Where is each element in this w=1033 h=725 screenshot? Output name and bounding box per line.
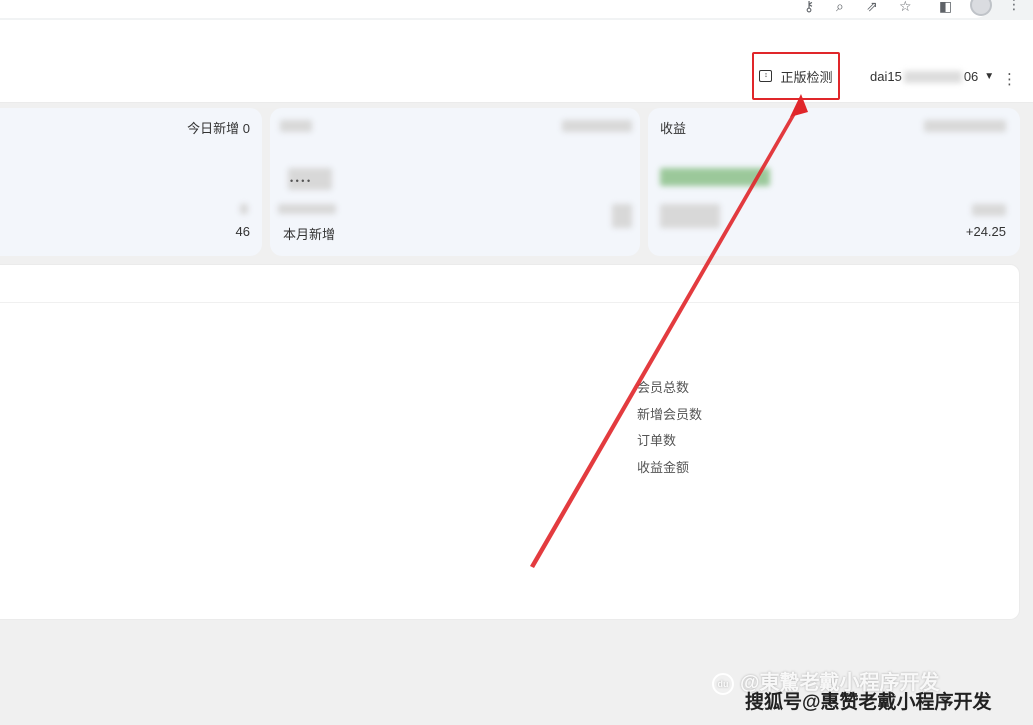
redacted-label [278, 204, 336, 214]
watermark-logo-icon: du [712, 672, 734, 695]
redacted-title [280, 120, 312, 132]
chart-panel: 会员总数 新增会员数 订单数 收益金额 [0, 264, 1020, 620]
legend-item-new-members[interactable]: 新增会员数 [637, 407, 702, 435]
sidebar-icon[interactable]: ◧ [939, 0, 952, 14]
revenue-delta: +24.25 [965, 224, 1006, 239]
username-redacted [903, 70, 962, 83]
today-new-label: 今日新增 0 [187, 121, 250, 136]
share-icon[interactable]: ⇗ [866, 0, 878, 14]
legend-item-total-members[interactable]: 会员总数 [637, 381, 702, 408]
more-options-icon[interactable]: ⋮ [1002, 70, 1017, 88]
redacted-number [972, 204, 1006, 216]
redacted-number [612, 204, 632, 228]
redacted-value [660, 168, 770, 186]
kebab-icon[interactable]: ⋮ [1007, 0, 1021, 13]
license-check-icon: ↕ [759, 70, 773, 82]
user-menu[interactable]: dai15 06 ▼ [870, 69, 994, 84]
panel-divider [0, 302, 1019, 303]
redacted-label [660, 204, 720, 228]
legend-item-revenue[interactable]: 收益金额 [637, 460, 702, 488]
redacted-subtitle [562, 120, 632, 132]
revenue-title: 收益 [660, 121, 687, 136]
key-icon[interactable]: ⚷ [804, 0, 814, 14]
stat-card-revenue: 收益 +24.25 [648, 108, 1020, 256]
username-prefix: dai15 [870, 69, 902, 84]
app-tab-strip [0, 20, 1033, 57]
chart-legend: 会员总数 新增会员数 订单数 收益金额 [637, 381, 702, 487]
license-check-label: 正版检测 [780, 69, 833, 85]
legend-item-orders[interactable]: 订单数 [637, 434, 702, 461]
watermark-line2: 搜狐号@惠赞老戴小程序开发 [745, 692, 992, 713]
watermark-text-1: @東驇老戴小程序开发 [740, 672, 940, 694]
zoom-icon[interactable]: ⌕ [836, 0, 844, 14]
chevron-down-icon: ▼ [984, 71, 995, 82]
stat-card-members: 今日新增 0 46 [0, 108, 262, 256]
card-value: 46 [235, 224, 250, 239]
redacted-text [240, 204, 248, 214]
redacted-subtitle [924, 120, 1006, 132]
value-dots: • • • • [290, 176, 311, 186]
license-check-button[interactable]: ↕ 正版检测 [752, 52, 840, 100]
username-suffix: 06 [963, 69, 979, 84]
star-icon[interactable]: ☆ [899, 0, 912, 14]
profile-avatar[interactable] [970, 0, 992, 16]
browser-toolbar: ⚷ ⌕ ⇗ ☆ ◧ ⋮ [0, 0, 1033, 20]
stat-card-orders: • • • • 本月新增 [270, 108, 640, 256]
month-new-label: 本月新增 [283, 227, 336, 242]
